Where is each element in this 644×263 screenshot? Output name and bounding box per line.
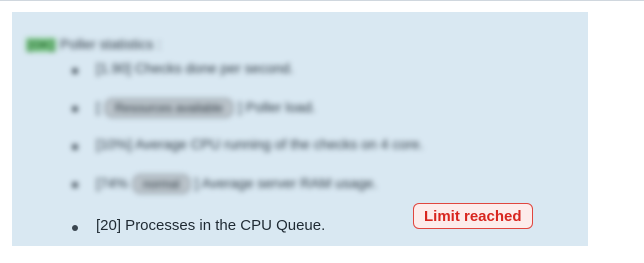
stat-label: Checks done per second. bbox=[134, 60, 294, 76]
blurred-statistics: [OK] Poller statistics : [1.90] Checks do… bbox=[12, 12, 588, 202]
stat-value: [74% bbox=[96, 175, 128, 191]
cpu-queue-text: [20] Processes in the CPU Queue. bbox=[96, 217, 326, 234]
top-divider bbox=[0, 0, 644, 1]
poller-heading: Poller statistics : bbox=[60, 36, 162, 52]
stat-cpu-average: [10%] Average CPU running of the checks … bbox=[12, 134, 572, 158]
resources-badge: Resources available bbox=[103, 98, 234, 118]
stat-poller-load: [Resources available] Poller load. bbox=[12, 96, 572, 120]
stat-checks-per-second: [1.90] Checks done per second. bbox=[12, 58, 572, 82]
ram-status-badge: normal bbox=[131, 174, 191, 194]
bullet-icon bbox=[72, 68, 78, 74]
bullet-icon bbox=[72, 106, 78, 112]
poller-statistics-panel: [OK] Poller statistics : [1.90] Checks do… bbox=[12, 12, 588, 246]
bullet-icon bbox=[72, 144, 78, 150]
limit-reached-badge: Limit reached bbox=[413, 203, 533, 229]
bullet-icon bbox=[72, 182, 78, 188]
stat-label: ] Poller load. bbox=[237, 99, 316, 115]
stat-value: [10%] bbox=[96, 136, 132, 152]
status-ok-tag: [OK] bbox=[26, 38, 56, 52]
poller-heading-line: [OK] Poller statistics : bbox=[26, 36, 161, 52]
stat-label: ] Average server RAM usage. bbox=[194, 175, 378, 191]
stat-label: Average CPU running of the checks on 4 c… bbox=[134, 136, 424, 152]
stat-value: [ bbox=[96, 99, 100, 115]
stat-value: [1.90] bbox=[96, 60, 132, 76]
stat-ram-usage: [74% normal] Average server RAM usage. bbox=[12, 172, 572, 196]
bullet-icon bbox=[72, 225, 78, 231]
